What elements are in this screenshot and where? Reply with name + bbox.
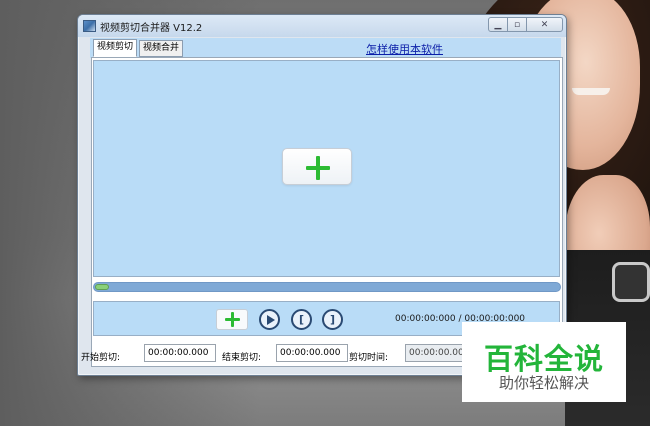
start-cut-field[interactable]: 00:00:00.000: [144, 344, 216, 362]
play-button[interactable]: [259, 309, 280, 330]
close-icon: ✕: [540, 19, 549, 30]
video-preview-area[interactable]: [93, 60, 560, 277]
tab-strip: 视频剪切 视频合并 怎样使用本软件: [90, 38, 561, 58]
start-cut-label: 开始剪切:: [81, 353, 121, 363]
help-link[interactable]: 怎样使用本软件: [366, 41, 443, 57]
wristwatch-graphic: [612, 262, 650, 302]
maximize-icon: ▫: [513, 19, 521, 30]
add-file-button[interactable]: [216, 309, 248, 330]
close-button[interactable]: ✕: [526, 17, 563, 32]
add-video-button[interactable]: [282, 148, 352, 185]
set-start-button[interactable]: [: [291, 309, 312, 330]
maximize-button[interactable]: ▫: [507, 17, 527, 32]
end-cut-label: 结束剪切:: [222, 353, 262, 363]
plus-icon: [306, 156, 330, 180]
minimize-icon: ▁: [494, 19, 502, 30]
end-cut-field[interactable]: 00:00:00.000: [276, 344, 348, 362]
video-app-icon: [83, 20, 96, 32]
tab-panel: [ ] 00:00:00:000 / 00:00:00:000 开始剪切: 00…: [81, 57, 563, 367]
progress-handle[interactable]: [95, 284, 109, 290]
minimize-button[interactable]: ▁: [488, 17, 508, 32]
play-icon: [259, 309, 280, 330]
watermark-subtitle: 助你轻松解决: [498, 374, 589, 392]
bracket-left-icon: [: [291, 309, 312, 330]
window-title: 视频剪切合并器 V12.2: [100, 23, 203, 34]
watermark: 百科全说 助你轻松解决: [462, 322, 626, 402]
set-end-button[interactable]: ]: [322, 309, 343, 330]
cut-duration-label: 剪切时间:: [349, 353, 389, 363]
plus-icon: [225, 312, 240, 327]
title-bar[interactable]: 视频剪切合并器 V12.2 ▁ ▫ ✕: [78, 15, 566, 37]
tab-video-cut[interactable]: 视频剪切: [93, 39, 138, 57]
bracket-right-icon: ]: [322, 309, 343, 330]
tab-video-merge[interactable]: 视频合并: [139, 40, 184, 57]
playback-progress-bar[interactable]: [93, 282, 561, 292]
